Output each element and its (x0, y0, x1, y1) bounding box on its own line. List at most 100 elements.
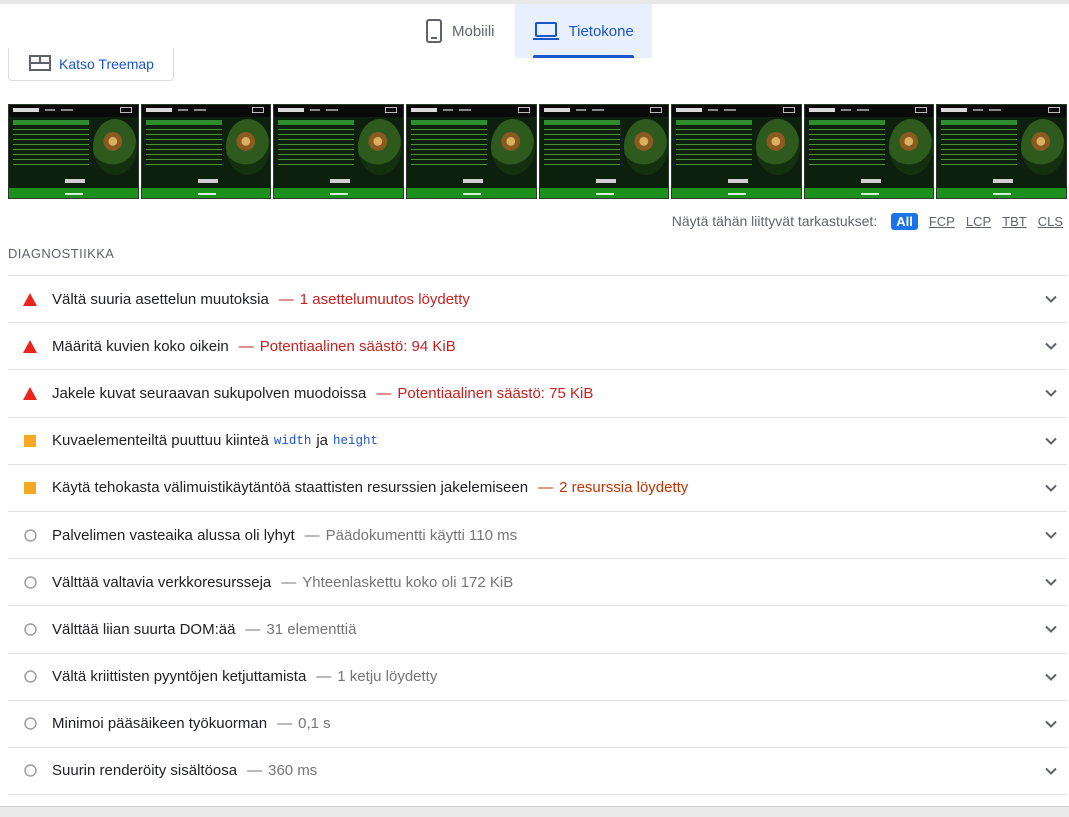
audit-row[interactable]: Suurin renderöity sisältöosa — 360 ms (8, 748, 1067, 796)
frame-detail (330, 193, 349, 195)
audit-separator: — (277, 715, 293, 733)
tab-desktop[interactable]: Tietokone (514, 4, 652, 58)
chevron-down-icon (1045, 527, 1057, 544)
audit-display-value: 1 asettelumuutos löydetty (299, 290, 470, 308)
laptop-icon (532, 21, 559, 41)
filmstrip-frame (803, 104, 935, 199)
audit-separator: — (316, 668, 332, 686)
frame-detail (756, 119, 801, 175)
frame-detail (941, 108, 968, 112)
audit-row[interactable]: Minimoi pääsäikeen työkuorman — 0,1 s (8, 701, 1067, 748)
frame-detail (728, 179, 749, 183)
audit-display-value: 360 ms (268, 762, 318, 780)
tab-mobile-label: Mobiili (452, 22, 495, 40)
frame-detail (410, 129, 487, 169)
frame-detail (1048, 107, 1060, 113)
audit-row[interactable]: Käytä tehokasta välimuistikäytäntöä staa… (8, 465, 1067, 512)
frame-detail (358, 119, 403, 175)
frame-detail (808, 108, 835, 112)
audit-title: Kuvaelementeiltä puuttuu kiinteä (52, 432, 269, 450)
frame-detail (310, 109, 321, 111)
tab-mobile[interactable]: Mobiili (412, 4, 515, 58)
audit-row[interactable]: Määritä kuvien koko oikein — Potentiaaline… (8, 323, 1067, 371)
chevron-down-icon (1045, 621, 1057, 638)
frame-detail (808, 120, 885, 125)
audit-title: Vältä kriittisten pyyntöjen ketjuttamist… (52, 668, 307, 686)
active-tab-indicator (532, 55, 634, 58)
phone-icon (426, 19, 442, 43)
pass-circle-icon (23, 575, 37, 589)
frame-detail (782, 107, 795, 113)
frame-detail (676, 129, 753, 169)
frame-detail (193, 109, 206, 111)
chevron-down-icon (1045, 291, 1057, 308)
fail-triangle-icon (23, 386, 37, 400)
frame-detail (941, 129, 1018, 169)
frame-detail (278, 108, 305, 112)
chevron-down-icon (1045, 574, 1057, 591)
frame-detail (177, 109, 188, 111)
frame-detail (724, 109, 737, 111)
filter-chip-fcp[interactable]: FCP (929, 214, 955, 229)
frame-detail (575, 109, 586, 111)
frame-detail (595, 193, 614, 195)
fail-triangle-icon (23, 292, 37, 306)
frame-detail (330, 179, 351, 183)
audit-separator: — (538, 479, 554, 497)
frame-detail (989, 109, 1002, 111)
audit-display-value: Potentiaalinen säästö: 94 KiB (259, 337, 456, 355)
pass-circle-icon (23, 717, 37, 731)
frame-detail (860, 179, 881, 183)
audit-display-value: 2 resurssia löydetty (559, 479, 689, 497)
audit-title: Palvelimen vasteaika alussa oli lyhyt (52, 526, 295, 544)
audit-row[interactable]: Vältä suuria asettelun muutoksia — 1 asett… (8, 276, 1067, 324)
view-treemap-button[interactable]: Katso Treemap (8, 48, 174, 81)
filmstrip-frame (8, 104, 139, 199)
frame-detail (326, 109, 339, 111)
audit-display-value: 1 ketju löydetty (337, 668, 438, 686)
audit-row[interactable]: Jakele kuvat seuraavan sukupolven muodoi… (8, 370, 1067, 418)
audit-row[interactable]: Palvelimen vasteaika alussa oli lyhyt — Pä… (8, 512, 1067, 560)
frame-detail (442, 109, 453, 111)
audit-title: Vältä suuria asettelun muutoksia (52, 290, 269, 308)
filter-chip-all[interactable]: All (891, 212, 918, 230)
frame-detail (252, 107, 265, 113)
filter-chip-tbt[interactable]: TBT (1002, 214, 1027, 229)
frame-detail (591, 109, 604, 111)
filmstrip-frame (936, 104, 1067, 199)
filter-chip-cls[interactable]: CLS (1038, 214, 1063, 229)
frame-detail (410, 120, 487, 125)
filter-chip-lcp[interactable]: LCP (966, 214, 991, 229)
pass-circle-icon (23, 528, 37, 542)
audit-title: Jakele kuvat seuraavan sukupolven muodoi… (52, 384, 367, 402)
audit-separator: — (245, 620, 261, 638)
average-square-icon (23, 481, 37, 495)
audit-row[interactable]: Välttää valtavia verkkoresursseja — Yhteen… (8, 559, 1067, 607)
frame-detail (595, 179, 616, 183)
audit-list: Vältä suuria asettelun muutoksia — 1 asett… (8, 275, 1067, 796)
frame-detail (840, 109, 851, 111)
frame-detail (119, 107, 132, 113)
filmstrip-frame (140, 104, 272, 199)
audit-row[interactable]: Välttää liian suurta DOM:ää — 31 elementti… (8, 606, 1067, 654)
filmstrip-frame (405, 104, 537, 199)
frame-detail (708, 109, 719, 111)
frame-detail (65, 179, 85, 183)
audit-display-value: Päädokumentti käytti 110 ms (325, 526, 518, 544)
treemap-icon (29, 54, 51, 74)
frame-detail (225, 119, 270, 175)
audit-row[interactable]: Vältä kriittisten pyyntöjen ketjuttamist… (8, 654, 1067, 701)
frame-detail (676, 108, 703, 112)
device-tabs: Mobiili Tietokone (412, 4, 652, 58)
frame-detail (13, 129, 89, 169)
frame-detail (676, 120, 753, 125)
frame-detail (13, 120, 89, 125)
chevron-down-icon (1045, 668, 1057, 685)
chevron-down-icon (1045, 432, 1057, 449)
frame-detail (145, 120, 222, 125)
frame-detail (65, 193, 83, 195)
section-title: DIAGNOSTIIKKA (8, 246, 115, 261)
audit-row[interactable]: Kuvaelementeiltä puuttuu kiinteä width ja h… (8, 418, 1067, 465)
audit-title: Välttää liian suurta DOM:ää (52, 620, 236, 638)
frame-detail (278, 129, 355, 169)
